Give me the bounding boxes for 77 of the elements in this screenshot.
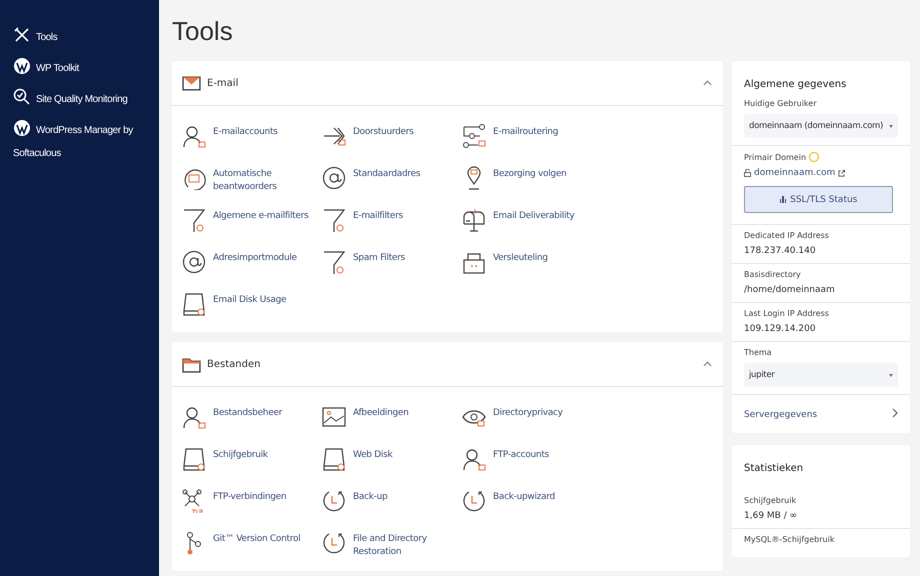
bar-chart-icon bbox=[780, 196, 786, 203]
clock-arrow-icon bbox=[322, 489, 346, 513]
tool-link[interactable]: E-mailaccounts bbox=[213, 124, 278, 139]
collapse-caret-icon[interactable] bbox=[703, 361, 712, 367]
tool-link[interactable]: Doorstuurders bbox=[353, 124, 414, 139]
envelope-icon bbox=[182, 74, 201, 92]
card-title: Statistieken bbox=[744, 463, 804, 474]
tool-link[interactable]: FTP-accounts bbox=[493, 447, 549, 462]
tool-link[interactable]: Schijfgebruik bbox=[213, 447, 268, 462]
tool-link[interactable]: Back-upwizard bbox=[493, 489, 555, 504]
disk-drive-icon bbox=[182, 447, 206, 471]
tool-link[interactable]: E-mailroutering bbox=[493, 124, 558, 139]
stat-label: Schijfgebruik bbox=[744, 496, 798, 505]
chevron-right-icon bbox=[892, 408, 898, 418]
tool-link[interactable]: Email Deliverability bbox=[493, 208, 574, 223]
tool-link[interactable]: E-mailfilters bbox=[353, 208, 403, 223]
tool-link[interactable]: Bestandsbeheer bbox=[213, 405, 282, 420]
external-link-icon bbox=[838, 170, 846, 176]
routing-icon bbox=[462, 124, 486, 148]
tool-link[interactable]: Standaardadres bbox=[353, 166, 420, 181]
user-icon bbox=[462, 447, 486, 471]
tool-link[interactable]: Email Disk Usage bbox=[213, 292, 286, 307]
page-title: Tools bbox=[172, 16, 234, 47]
dropdown-caret-icon bbox=[889, 374, 893, 376]
mailbox-icon bbox=[462, 208, 486, 232]
field-label: Huidige Gebruiker bbox=[744, 99, 818, 108]
user-icon bbox=[182, 124, 206, 148]
dropdown-caret-icon bbox=[889, 124, 893, 128]
wordpress-logo-icon bbox=[13, 57, 31, 75]
section-title: E-mail bbox=[207, 78, 240, 88]
sidebar-item[interactable]: WP Toolkit bbox=[0, 55, 159, 86]
field-value: /home/domeinnaam bbox=[744, 285, 836, 295]
sidebar-item[interactable]: Site Quality Monitoring bbox=[0, 86, 159, 117]
user-select[interactable]: domeinnaam (domeinnaam.com) bbox=[744, 114, 898, 138]
section-title: Bestanden bbox=[207, 358, 262, 370]
disk-drive-icon bbox=[182, 292, 206, 316]
at-sign-icon bbox=[322, 166, 346, 190]
tool-link[interactable]: Back-up bbox=[353, 489, 388, 504]
server-info-link[interactable]: Servergegevens bbox=[732, 395, 910, 433]
tool-link[interactable]: Adresimportmodule bbox=[213, 250, 297, 265]
wordpress-logo-icon bbox=[13, 119, 31, 137]
ssl-status-button[interactable]: SSL/TLS Status bbox=[744, 186, 893, 213]
sidebar-item[interactable]: Tools bbox=[0, 24, 159, 55]
magnifier-icon bbox=[13, 88, 31, 106]
tool-link[interactable]: Versleuteling bbox=[493, 250, 548, 265]
theme-select[interactable]: jupiter bbox=[744, 363, 898, 387]
field-label: Basisdirectory bbox=[744, 270, 802, 279]
clock-arrow-icon bbox=[322, 531, 346, 555]
stat-value: 1,69 MB / ∞ bbox=[744, 511, 798, 521]
tool-link[interactable]: Spam Filters bbox=[353, 250, 405, 265]
collapse-caret-icon[interactable] bbox=[703, 80, 712, 86]
tool-link[interactable]: FTP-verbindingen bbox=[213, 489, 286, 504]
at-sign-icon bbox=[182, 250, 206, 274]
tool-link[interactable]: Git™ Version Control bbox=[213, 531, 300, 546]
card-title: Algemene gegevens bbox=[744, 79, 848, 90]
stat-label: MySQL®-Schijfgebruik bbox=[744, 535, 836, 544]
image-icon bbox=[322, 405, 346, 429]
clock-arrow-icon bbox=[462, 489, 486, 513]
field-label: Dedicated IP Address bbox=[744, 231, 830, 240]
field-value: 109.129.14.200 bbox=[744, 324, 817, 334]
user-icon bbox=[182, 405, 206, 429]
tool-link[interactable]: Bezorging volgen bbox=[493, 166, 566, 181]
tool-link[interactable]: File and Directory Restoration bbox=[353, 531, 462, 559]
disk-drive-icon bbox=[322, 447, 346, 471]
tools-icon bbox=[13, 26, 31, 44]
domain-link[interactable]: domeinnaam.com bbox=[754, 168, 836, 178]
field-value: 178.237.40.140 bbox=[744, 246, 817, 256]
field-label: Last Login IP Address bbox=[744, 309, 830, 318]
padlock-icon bbox=[744, 169, 751, 177]
tool-link[interactable]: Directoryprivacy bbox=[493, 405, 563, 420]
tool-link[interactable]: Algemene e-mailfilters bbox=[213, 208, 308, 223]
field-label: Thema bbox=[744, 348, 773, 357]
tool-link[interactable]: Web Disk bbox=[353, 447, 392, 462]
field-label: Primair Domein bbox=[744, 152, 806, 162]
tool-link[interactable]: Automatische beantwoorders bbox=[213, 166, 322, 194]
tool-link[interactable]: Afbeeldingen bbox=[353, 405, 409, 420]
sidebar-item[interactable]: WordPress Manager by Softaculous bbox=[0, 117, 159, 171]
